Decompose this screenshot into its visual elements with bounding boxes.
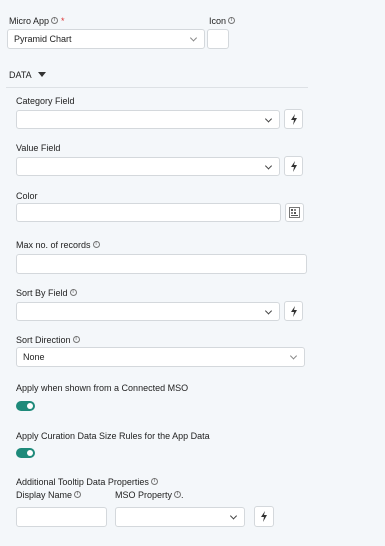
required-mark: * bbox=[61, 16, 65, 26]
caret-down-icon bbox=[37, 72, 46, 77]
apply-connected-mso-label: Apply when shown from a Connected MSO bbox=[16, 383, 189, 393]
sort-by-field-select[interactable] bbox=[16, 302, 280, 321]
info-icon: i bbox=[228, 17, 236, 24]
apply-connected-mso-toggle[interactable] bbox=[16, 401, 35, 411]
micro-app-value: Pyramid Chart bbox=[14, 34, 72, 44]
micro-app-select[interactable]: Pyramid Chart bbox=[7, 29, 205, 49]
color-input[interactable] bbox=[16, 203, 281, 222]
max-records-input[interactable] bbox=[16, 254, 307, 274]
category-field-select[interactable] bbox=[16, 110, 280, 129]
info-icon: i bbox=[150, 478, 158, 485]
sort-direction-label: Sort Direction i bbox=[16, 335, 80, 345]
info-icon: i bbox=[51, 17, 59, 24]
mso-property-bolt-button[interactable] bbox=[254, 506, 274, 527]
sort-by-field-label: Sort By Field i bbox=[16, 288, 77, 298]
value-field-select[interactable] bbox=[16, 157, 280, 176]
lightning-bolt-icon bbox=[290, 305, 297, 317]
tooltip-properties-label: Additional Tooltip Data Properties i bbox=[16, 477, 158, 487]
info-icon: i bbox=[69, 289, 77, 296]
display-name-input[interactable] bbox=[16, 507, 107, 527]
color-label: Color bbox=[16, 191, 38, 201]
data-section-toggle[interactable]: DATA bbox=[9, 70, 46, 80]
display-name-label: Display Name i bbox=[16, 490, 82, 500]
apply-curation-toggle[interactable] bbox=[16, 448, 35, 458]
mso-property-label: MSO Property i. bbox=[115, 490, 184, 500]
sort-direction-value: None bbox=[23, 352, 45, 362]
lightning-bolt-icon bbox=[261, 511, 267, 522]
color-palette-button[interactable] bbox=[285, 203, 304, 222]
icon-label: Icon i bbox=[209, 16, 236, 26]
info-icon: i bbox=[72, 336, 80, 343]
info-icon: i bbox=[174, 491, 182, 498]
sort-by-field-bolt-button[interactable] bbox=[284, 301, 303, 321]
category-field-label: Category Field bbox=[16, 96, 75, 106]
chevron-down-icon bbox=[264, 306, 273, 315]
info-icon: i bbox=[92, 241, 100, 248]
value-field-label: Value Field bbox=[16, 143, 61, 153]
chevron-down-icon bbox=[264, 161, 273, 170]
apply-curation-label: Apply Curation Data Size Rules for the A… bbox=[16, 431, 210, 441]
mso-property-select[interactable] bbox=[115, 507, 245, 527]
data-section-label: DATA bbox=[9, 70, 32, 80]
lightning-bolt-icon bbox=[290, 160, 297, 172]
section-divider bbox=[6, 87, 308, 88]
chevron-down-icon bbox=[189, 34, 198, 42]
max-records-label: Max no. of records i bbox=[16, 240, 100, 250]
category-field-bolt-button[interactable] bbox=[284, 109, 303, 129]
info-icon: i bbox=[74, 491, 82, 498]
lightning-bolt-icon bbox=[290, 113, 297, 125]
chevron-down-icon bbox=[264, 114, 273, 123]
sort-direction-select[interactable]: None bbox=[16, 347, 305, 367]
micro-app-label: Micro App i * bbox=[9, 16, 65, 26]
color-palette-icon bbox=[289, 207, 300, 218]
value-field-bolt-button[interactable] bbox=[284, 156, 303, 176]
chevron-down-icon bbox=[289, 352, 298, 360]
icon-picker[interactable] bbox=[207, 29, 229, 49]
chevron-down-icon bbox=[229, 512, 238, 520]
